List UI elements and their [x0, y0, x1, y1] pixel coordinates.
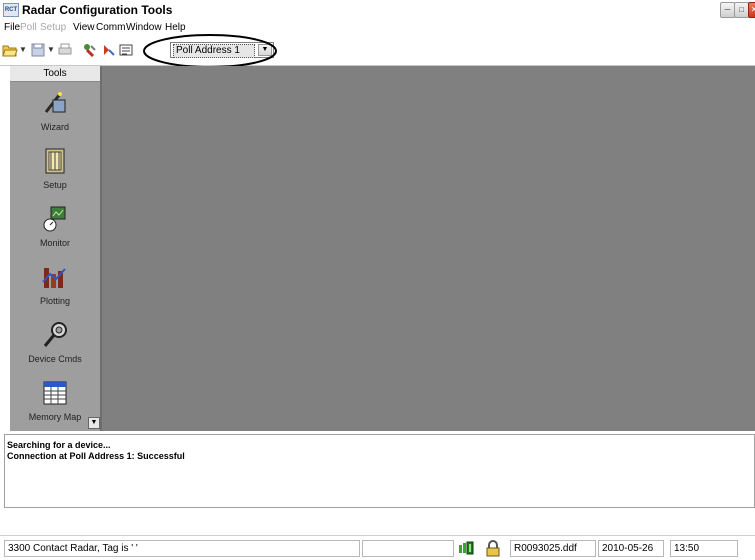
- status-file: R0093025.ddf: [510, 540, 596, 557]
- status-device: 3300 Contact Radar, Tag is ' ': [4, 540, 360, 557]
- tools-panel: Tools Wizard Setup Monitor Plotting Devi…: [10, 66, 102, 431]
- tools-header: Tools: [10, 66, 100, 82]
- maximize-button[interactable]: □: [734, 2, 749, 18]
- setup-icon: [40, 146, 70, 176]
- lock-icon: [482, 540, 506, 557]
- device-commands-icon: [40, 320, 70, 350]
- save-icon[interactable]: [30, 42, 46, 58]
- tool-label: Monitor: [39, 238, 70, 248]
- log-pane[interactable]: Searching for a device... Connection at …: [4, 434, 755, 508]
- tool-setup[interactable]: Setup: [10, 142, 100, 200]
- tool-plotting[interactable]: Plotting: [10, 258, 100, 316]
- tool-wizard[interactable]: Wizard: [10, 84, 100, 142]
- tool-label: Wizard: [40, 122, 69, 132]
- scroll-down-button[interactable]: ▼: [88, 417, 100, 429]
- status-time: 13:50: [670, 540, 738, 557]
- chevron-down-icon[interactable]: ▼: [47, 43, 55, 57]
- network-activity-icon: [456, 540, 480, 557]
- menu-setup[interactable]: Setup: [40, 20, 66, 35]
- toolbar: ▼ ▼ Poll Address 1 ▼: [0, 35, 755, 66]
- connect-icon[interactable]: [82, 42, 98, 58]
- wizard-icon: [40, 88, 70, 118]
- minimize-button[interactable]: ─: [720, 2, 735, 18]
- tool-label: Plotting: [39, 296, 71, 306]
- print-icon[interactable]: [57, 42, 73, 58]
- close-button[interactable]: ✕: [748, 2, 755, 18]
- monitor-icon: [40, 204, 70, 234]
- menu-file[interactable]: File: [4, 20, 20, 35]
- tool-label: Memory Map: [28, 412, 82, 422]
- log-line: Searching for a device...: [7, 440, 111, 450]
- open-folder-icon[interactable]: [2, 42, 18, 58]
- title-bar[interactable]: RCT Radar Configuration Tools ─ □ ✕: [0, 0, 755, 20]
- mdi-workspace[interactable]: [102, 66, 755, 431]
- status-date: 2010-05-26: [598, 540, 664, 557]
- menu-comm[interactable]: Comm: [96, 20, 125, 35]
- poll-address-icon[interactable]: [118, 42, 134, 58]
- tool-memory-map[interactable]: Memory Map: [10, 374, 100, 432]
- tool-device-commands[interactable]: Device Cmds: [10, 316, 100, 374]
- menu-bar: File Poll Setup View Comm Window Help: [0, 20, 755, 35]
- menu-poll[interactable]: Poll: [20, 20, 37, 35]
- tool-label: Setup: [43, 180, 67, 190]
- memory-map-icon: [40, 378, 70, 408]
- status-empty-cell: [362, 540, 454, 557]
- disconnect-icon[interactable]: [100, 42, 116, 58]
- chevron-down-icon[interactable]: ▼: [19, 43, 27, 57]
- app-icon: RCT: [3, 3, 19, 17]
- menu-view[interactable]: View: [73, 20, 95, 35]
- log-line: Connection at Poll Address 1: Successful: [7, 451, 185, 461]
- window-title: Radar Configuration Tools: [22, 3, 173, 17]
- plotting-icon: [40, 262, 70, 292]
- status-bar: 3300 Contact Radar, Tag is ' ' R0093025.…: [0, 535, 755, 560]
- tool-label: Device Cmds: [28, 354, 82, 364]
- tool-monitor[interactable]: Monitor: [10, 200, 100, 258]
